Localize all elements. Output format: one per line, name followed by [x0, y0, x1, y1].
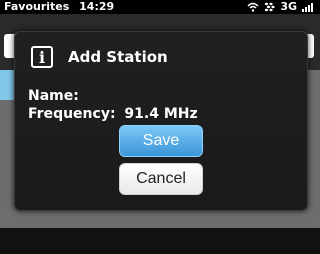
wifi-icon	[247, 2, 259, 12]
blackberry-icon	[264, 2, 275, 12]
status-left: Favourites 14:29	[4, 0, 114, 14]
status-bar: Favourites 14:29 3G	[0, 0, 320, 14]
add-station-dialog: i Add Station Name: Frequency: 91.4 MHz …	[14, 31, 308, 211]
status-time: 14:29	[79, 0, 115, 13]
save-button[interactable]: Save	[119, 125, 203, 157]
signal-icon	[302, 2, 316, 12]
status-right: 3G	[247, 0, 316, 14]
frequency-value: 91.4 MHz	[124, 106, 198, 122]
frequency-label: Frequency:	[28, 106, 116, 122]
name-label: Name:	[28, 88, 79, 104]
dialog-header: i Add Station	[31, 46, 168, 68]
frequency-row: Frequency: 91.4 MHz	[28, 106, 198, 122]
name-row: Name:	[28, 88, 83, 104]
status-carrier-label: Favourites	[4, 0, 70, 13]
background-list-highlight	[0, 70, 14, 100]
network-type: 3G	[280, 0, 297, 13]
dialog-title: Add Station	[68, 48, 168, 66]
info-icon: i	[31, 46, 53, 68]
background-bottom-bar	[0, 228, 320, 254]
cancel-button[interactable]: Cancel	[119, 163, 203, 195]
